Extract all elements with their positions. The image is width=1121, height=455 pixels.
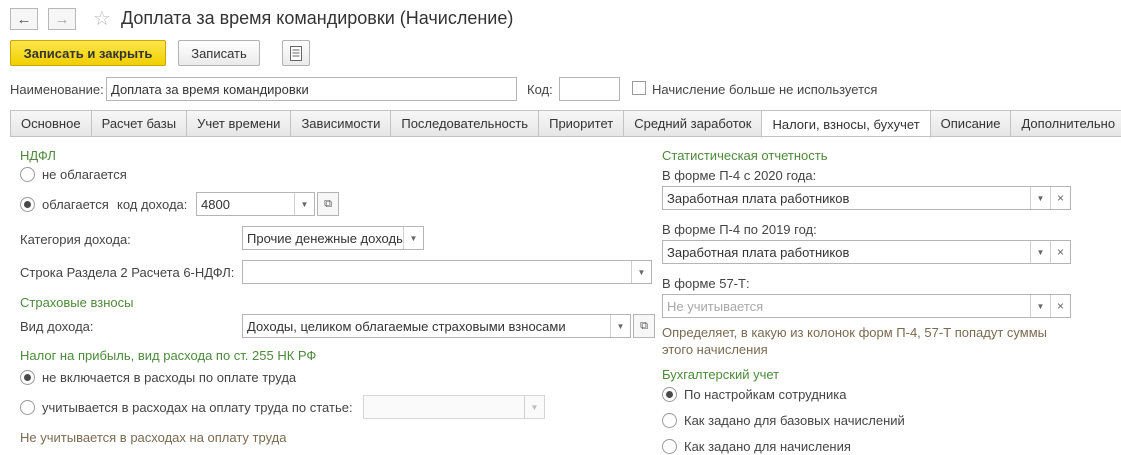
chevron-down-icon[interactable]: ▼ [524, 396, 544, 418]
arrow-left-icon: ← [16, 10, 32, 28]
chevron-down-icon[interactable]: ▼ [403, 227, 423, 249]
profit-not-included-label: не включается в расходы по оплате труда [42, 370, 297, 385]
income-category-select[interactable]: Прочие денежные доходы ▼ [242, 226, 424, 250]
back-button[interactable]: ← [10, 8, 38, 30]
income-code-input[interactable]: 4800 ▼ [196, 192, 315, 216]
57t-select[interactable]: Не учитывается ▼ × [662, 294, 1071, 318]
accounting-opt3-radio[interactable] [662, 439, 677, 454]
tab-average-earnings[interactable]: Средний заработок [623, 110, 763, 137]
ndfl-taxed-radio[interactable] [20, 197, 35, 212]
6ndfl-row-select[interactable]: ▼ [242, 260, 652, 284]
tab-panel-divider [10, 136, 1113, 137]
stats-hint-line1: Определяет, в какую из колонок форм П-4,… [662, 325, 1048, 340]
accounting-opt3-label: Как задано для начисления [684, 439, 851, 454]
accounting-section-title: Бухгалтерский учет [662, 367, 780, 382]
accounting-opt2-label: Как задано для базовых начислений [684, 413, 905, 428]
chevron-down-icon[interactable]: ▼ [294, 193, 314, 215]
6ndfl-row-label: Строка Раздела 2 Расчета 6-НДФЛ: [20, 265, 235, 280]
open-window-icon: ⧉ [640, 319, 648, 332]
tab-sequence[interactable]: Последовательность [390, 110, 540, 137]
tab-bar: Основное Расчет базы Учет времени Зависи… [10, 110, 1121, 138]
code-label: Код: [527, 82, 553, 97]
tab-time-tracking[interactable]: Учет времени [186, 110, 292, 137]
income-code-label: код дохода: [117, 197, 188, 212]
clear-icon[interactable]: × [1050, 241, 1070, 263]
insurance-section-title: Страховые взносы [20, 295, 134, 310]
tab-additional[interactable]: Дополнительно [1010, 110, 1121, 137]
income-code-open-button[interactable]: ⧉ [317, 192, 339, 216]
page-title: Доплата за время командировки (Начислени… [121, 8, 514, 28]
report-button[interactable] [282, 40, 310, 66]
income-category-label: Категория дохода: [20, 232, 131, 247]
open-window-icon: ⧉ [324, 197, 332, 210]
clear-icon[interactable]: × [1050, 187, 1070, 209]
not-used-label: Начисление больше не используется [652, 82, 878, 97]
tab-base-calculation[interactable]: Расчет базы [90, 110, 188, 137]
p4-2020-select[interactable]: Заработная плата работников ▼ × [662, 186, 1071, 210]
profit-included-label: учитывается в расходах на оплату труда п… [42, 400, 353, 415]
accounting-opt2-radio[interactable] [662, 413, 677, 428]
tab-main[interactable]: Основное [10, 110, 92, 137]
name-input[interactable]: Доплата за время командировки [106, 77, 517, 101]
forward-button[interactable]: → [48, 8, 76, 30]
income-kind-select[interactable]: Доходы, целиком облагаемые страховыми вз… [242, 314, 631, 338]
favorite-star-icon[interactable]: ☆ [93, 6, 111, 31]
tab-description[interactable]: Описание [929, 110, 1012, 137]
stats-hint-line2: этого начисления [662, 342, 768, 357]
p4-2020-label: В форме П-4 с 2020 года: [662, 168, 817, 183]
ndfl-section-title: НДФЛ [20, 148, 56, 163]
tab-dependencies[interactable]: Зависимости [290, 110, 392, 137]
tab-priority[interactable]: Приоритет [538, 110, 625, 137]
tab-taxes[interactable]: Налоги, взносы, бухучет [761, 110, 931, 138]
chevron-down-icon[interactable]: ▼ [610, 315, 630, 337]
document-list-icon [290, 45, 302, 61]
stats-section-title: Статистическая отчетность [662, 148, 828, 163]
name-label: Наименование: [10, 82, 104, 97]
p4-2019-select[interactable]: Заработная плата работников ▼ × [662, 240, 1071, 264]
accounting-opt1-radio[interactable] [662, 387, 677, 402]
save-button[interactable]: Записать [178, 40, 260, 66]
arrow-right-icon: → [54, 10, 70, 28]
ndfl-taxed-label: облагается [42, 197, 109, 212]
ndfl-not-taxed-radio[interactable] [20, 167, 35, 182]
chevron-down-icon[interactable]: ▼ [631, 261, 651, 283]
profit-not-included-radio[interactable] [20, 370, 35, 385]
chevron-down-icon[interactable]: ▼ [1030, 295, 1050, 317]
code-input[interactable] [559, 77, 620, 101]
ndfl-not-taxed-label: не облагается [42, 167, 127, 182]
profit-tax-hint: Не учитывается в расходах на оплату труд… [20, 430, 287, 445]
profit-included-radio[interactable] [20, 400, 35, 415]
accounting-opt1-label: По настройкам сотрудника [684, 387, 847, 402]
income-kind-label: Вид дохода: [20, 319, 94, 334]
p4-2019-label: В форме П-4 по 2019 год: [662, 222, 817, 237]
chevron-down-icon[interactable]: ▼ [1030, 241, 1050, 263]
expense-article-select[interactable]: ▼ [363, 395, 545, 419]
profit-tax-section-title: Налог на прибыль, вид расхода по ст. 255… [20, 348, 317, 363]
clear-icon[interactable]: × [1050, 295, 1070, 317]
income-kind-open-button[interactable]: ⧉ [633, 314, 655, 338]
chevron-down-icon[interactable]: ▼ [1030, 187, 1050, 209]
57t-label: В форме 57-Т: [662, 276, 750, 291]
not-used-checkbox[interactable] [632, 81, 646, 95]
save-and-close-button[interactable]: Записать и закрыть [10, 40, 166, 66]
